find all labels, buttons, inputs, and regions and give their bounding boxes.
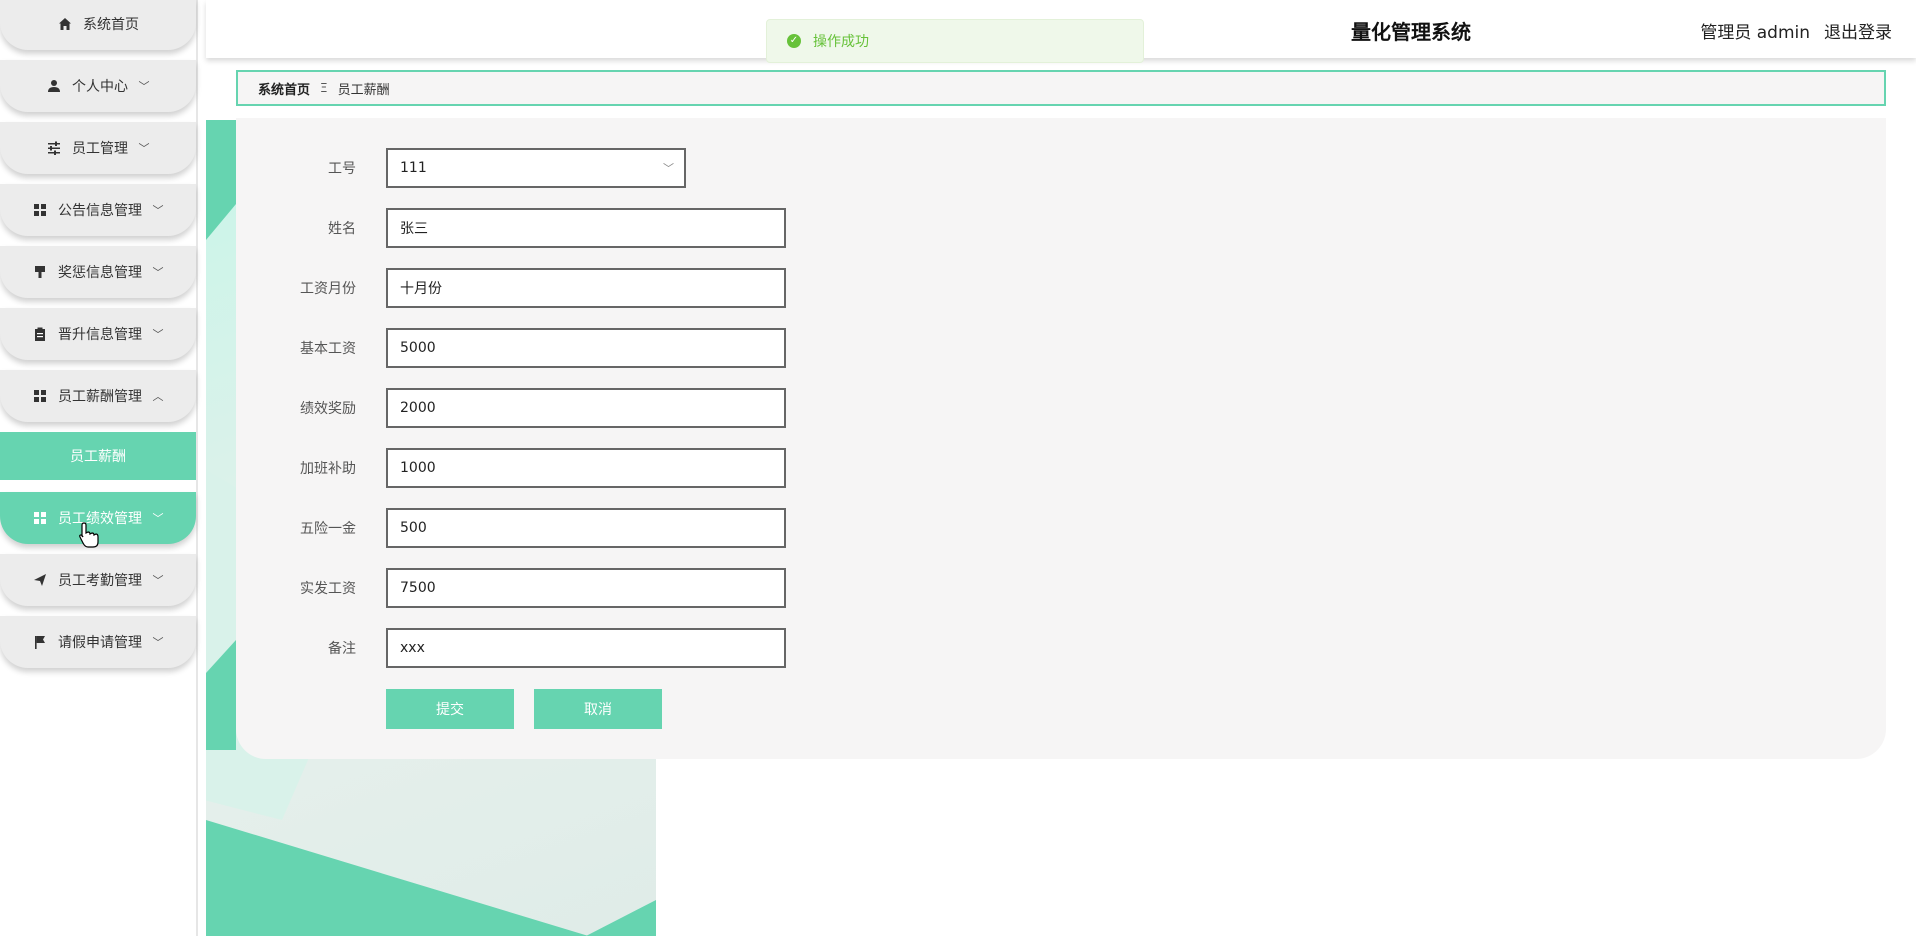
user-icon (46, 78, 62, 94)
toast-message: 操作成功 (813, 34, 869, 50)
chevron-down-icon: ﹀ (138, 80, 150, 93)
sidebar-item-label: 请假申请管理 (58, 635, 142, 651)
name-input[interactable]: 张三 (386, 208, 786, 248)
logout-button[interactable]: 退出登录 (1824, 18, 1892, 43)
form-row-base-salary: 基本工资 5000 (236, 328, 786, 368)
sidebar-item-employees[interactable]: 员工管理 ﹀ (0, 122, 196, 174)
field-label: 实发工资 (300, 581, 356, 597)
salary-month-input[interactable]: 十月份 (386, 268, 786, 308)
sidebar-item-label: 个人中心 (72, 79, 128, 95)
sidebar-item-label: 员工薪酬管理 (58, 389, 142, 405)
user-area: 管理员 admin 退出登录 (1700, 18, 1892, 43)
sidebar-item-label: 员工管理 (72, 141, 128, 157)
salary-form-panel: 工号 111 ﹀ 姓名 张三 工资月份 十月份 基本工资 5000 绩效奖励 2… (236, 118, 1886, 759)
sidebar-item-label: 员工考勤管理 (58, 573, 142, 589)
select-value: 111 (400, 160, 427, 176)
home-icon (57, 16, 73, 32)
sidebar-item-home[interactable]: 系统首页 (0, 0, 196, 50)
field-label: 姓名 (328, 221, 356, 237)
sidebar-item-attendance[interactable]: 员工考勤管理 ﹀ (0, 554, 196, 606)
chevron-up-icon: ︿ (152, 390, 164, 403)
base-salary-input[interactable]: 5000 (386, 328, 786, 368)
check-circle-icon: ✓ (787, 34, 801, 48)
form-row-performance-bonus: 绩效奖励 2000 (236, 388, 786, 428)
chevron-down-icon: ﹀ (152, 328, 164, 341)
flag-icon (32, 634, 48, 650)
chevron-down-icon: ﹀ (152, 512, 164, 525)
net-salary-input[interactable]: 7500 (386, 568, 786, 608)
overtime-allowance-input[interactable]: 1000 (386, 448, 786, 488)
brush-icon (32, 264, 48, 280)
grid-icon (32, 202, 48, 218)
breadcrumb-separator: Ξ (320, 81, 328, 95)
app-title: 量化管理系统 (1351, 20, 1471, 44)
chevron-down-icon: ﹀ (663, 162, 674, 175)
form-row-salary-month: 工资月份 十月份 (236, 268, 786, 308)
field-label: 备注 (328, 641, 356, 657)
breadcrumb-home[interactable]: 系统首页 (258, 79, 310, 98)
decorative-shape (586, 900, 656, 936)
form-row-overtime-allowance: 加班补助 1000 (236, 448, 786, 488)
sidebar-item-rewards[interactable]: 奖惩信息管理 ﹀ (0, 246, 196, 298)
success-toast: ✓ 操作成功 (766, 19, 1144, 63)
sidebar-subitem-salary[interactable]: 员工薪酬 (0, 432, 196, 480)
sidebar-item-announcements[interactable]: 公告信息管理 ﹀ (0, 184, 196, 236)
field-label: 绩效奖励 (300, 401, 356, 417)
remarks-input[interactable]: xxx (386, 628, 786, 668)
performance-bonus-input[interactable]: 2000 (386, 388, 786, 428)
breadcrumb-current: 员工薪酬 (337, 82, 390, 98)
field-label: 工资月份 (300, 281, 356, 297)
cancel-button[interactable]: 取消 (534, 689, 662, 729)
chevron-down-icon: ﹀ (152, 266, 164, 279)
insurance-input[interactable]: 500 (386, 508, 786, 548)
sidebar-item-label: 奖惩信息管理 (58, 265, 142, 281)
employee-id-select[interactable]: 111 ﹀ (386, 148, 686, 188)
decorative-shape (206, 820, 589, 936)
form-row-employee-id: 工号 111 ﹀ (236, 148, 686, 188)
field-label: 加班补助 (300, 461, 356, 477)
sidebar-item-salary[interactable]: 员工薪酬管理 ︿ (0, 370, 196, 422)
sidebar-item-label: 员工绩效管理 (58, 511, 142, 527)
sidebar-subitem-label: 员工薪酬 (70, 449, 126, 465)
chevron-down-icon: ﹀ (152, 636, 164, 649)
sidebar-item-personal[interactable]: 个人中心 ﹀ (0, 60, 196, 112)
sidebar-item-label: 晋升信息管理 (58, 327, 142, 343)
form-row-net-salary: 实发工资 7500 (236, 568, 786, 608)
chevron-down-icon: ﹀ (152, 204, 164, 217)
field-label: 五险一金 (300, 521, 356, 537)
send-icon (32, 572, 48, 588)
form-row-name: 姓名 张三 (236, 208, 786, 248)
sidebar-item-leave[interactable]: 请假申请管理 ﹀ (0, 616, 196, 668)
form-row-insurance: 五险一金 500 (236, 508, 786, 548)
user-label: 管理员 admin (1700, 23, 1810, 43)
field-label: 基本工资 (300, 341, 356, 357)
sidebar-item-promotions[interactable]: 晋升信息管理 ﹀ (0, 308, 196, 360)
hand-cursor-icon (79, 522, 99, 548)
form-row-remarks: 备注 xxx (236, 628, 786, 668)
field-label: 工号 (328, 161, 356, 177)
chevron-down-icon: ﹀ (152, 574, 164, 587)
sliders-icon (46, 140, 62, 156)
chevron-down-icon: ﹀ (138, 142, 150, 155)
sidebar-item-label: 公告信息管理 (58, 203, 142, 219)
breadcrumb: 系统首页 Ξ 员工薪酬 (236, 70, 1886, 106)
grid-icon (32, 510, 48, 526)
submit-button[interactable]: 提交 (386, 689, 514, 729)
grid-icon (32, 388, 48, 404)
sidebar-item-label: 系统首页 (83, 17, 139, 33)
clipboard-icon (32, 326, 48, 342)
sidebar: 系统首页 个人中心 ﹀ 员工管理 ﹀ 公告信息管理 ﹀ 奖惩信息管理 ﹀ 晋升信… (0, 0, 198, 936)
